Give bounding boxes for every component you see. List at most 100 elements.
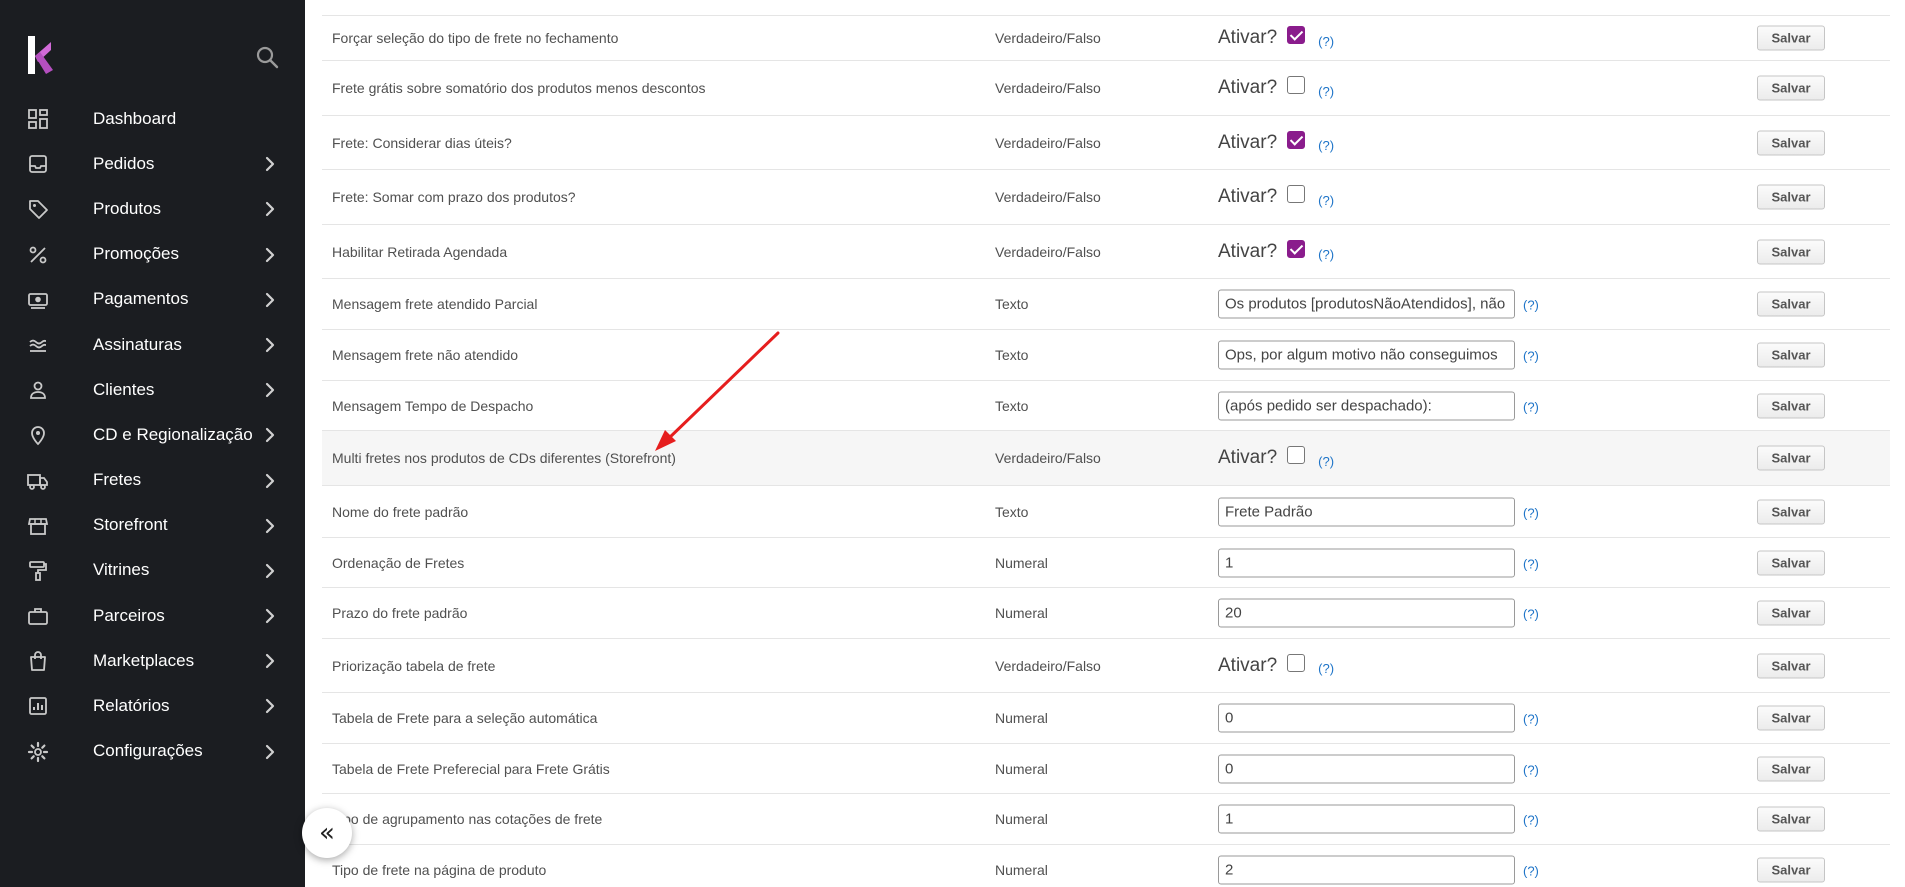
setting-name: Forçar seleção do tipo de frete no fecha… [332,30,619,46]
value-input[interactable] [1218,804,1515,834]
table-row: Tipo de frete na página de produto Numera… [322,845,1890,887]
setting-name: Frete grátis sobre somatório dos produto… [332,80,706,96]
sidebar-item-dashboard[interactable]: Dashboard [0,96,305,141]
activate-checkbox[interactable] [1287,26,1306,44]
value-input[interactable] [1218,497,1515,526]
save-button[interactable]: Salvar [1757,550,1825,575]
help-link[interactable]: (?) [1318,247,1334,262]
setting-name: Multi fretes nos produtos de CDs diferen… [332,450,676,466]
sidebar-item-promocoes[interactable]: Promoções [0,232,305,277]
help-link[interactable]: (?) [1523,298,1539,313]
help-link[interactable]: (?) [1523,349,1539,364]
sidebar-item-parceiros[interactable]: Parceiros [0,593,305,638]
save-button[interactable]: Salvar [1757,291,1825,317]
table-row: Priorização tabela de frete Verdadeiro/Fa… [322,639,1890,693]
save-button[interactable]: Salvar [1757,806,1825,832]
help-link[interactable]: (?) [1523,399,1539,414]
toggle-control: Ativar? (?) [1218,76,1334,99]
value-input[interactable] [1218,548,1515,577]
setting-type: Verdadeiro/Falso [995,134,1101,151]
save-button[interactable]: Salvar [1757,393,1825,418]
help-link[interactable]: (?) [1318,84,1334,99]
sidebar-item-pedidos[interactable]: Pedidos [0,141,305,186]
help-link[interactable]: (?) [1523,505,1539,520]
activate-checkbox[interactable] [1287,185,1306,203]
sidebar-item-label: Clientes [93,379,155,399]
setting-name: Habilitar Retirada Agendada [332,243,508,260]
help-link[interactable]: (?) [1523,712,1539,727]
value-input[interactable] [1218,391,1515,420]
value-control: (?) [1218,289,1539,319]
help-link[interactable]: (?) [1523,556,1539,571]
help-link[interactable]: (?) [1318,138,1334,153]
ativar-label: Ativar? [1218,447,1278,468]
save-button[interactable]: Salvar [1757,184,1825,210]
sidebar-item-assinaturas[interactable]: Assinaturas [0,322,305,367]
sidebar-item-fretes[interactable]: Fretes [0,458,305,503]
value-input[interactable] [1218,340,1515,370]
help-link[interactable]: (?) [1318,454,1334,469]
paint-roller-icon [29,560,47,581]
save-button[interactable]: Salvar [1757,25,1825,51]
setting-name: Tabela de Frete Preferecial para Frete G… [332,760,610,777]
setting-name: Mensagem Tempo de Despacho [332,397,534,414]
save-button[interactable]: Salvar [1757,445,1825,471]
table-row: Nome do frete padrão Texto (?) Salvar [322,486,1890,538]
value-input[interactable] [1218,289,1515,319]
value-input[interactable] [1218,703,1515,733]
sidebar-item-clientes[interactable]: Clientes [0,367,305,412]
sidebar-item-produtos[interactable]: Produtos [0,186,305,231]
help-link[interactable]: (?) [1523,864,1539,879]
save-button[interactable]: Salvar [1757,130,1825,155]
table-row: Forçar seleção do tipo de frete no fecha… [322,16,1890,61]
sidebar-item-relatorios[interactable]: Relatórios [0,683,305,728]
save-button[interactable]: Salvar [1757,499,1825,524]
tag-icon [29,200,48,220]
save-button[interactable]: Salvar [1757,600,1825,626]
help-link[interactable]: (?) [1318,661,1334,676]
sidebar-item-configuracoes[interactable]: Configurações [0,729,305,774]
chevron-right-icon [265,202,275,217]
value-input[interactable] [1218,598,1515,628]
sidebar-item-marketplaces[interactable]: Marketplaces [0,638,305,683]
sidebar-item-label: Fretes [93,470,142,490]
save-button[interactable]: Salvar [1757,705,1825,731]
table-row: Tabela de Frete Preferecial para Frete G… [322,744,1890,794]
save-button[interactable]: Salvar [1757,239,1825,264]
collapse-sidebar-button[interactable]: « [302,808,352,858]
activate-checkbox[interactable] [1287,446,1306,464]
sidebar-item-storefront[interactable]: Storefront [0,503,305,548]
setting-type: Verdadeiro/Falso [995,657,1101,674]
shopping-bag-icon [30,651,46,672]
help-link[interactable]: (?) [1318,193,1334,208]
search-icon[interactable] [254,44,280,70]
table-row: Frete: Somar com prazo dos produtos? Verd… [322,170,1890,225]
sidebar-item-label: Produtos [93,198,162,218]
save-button[interactable]: Salvar [1757,857,1825,883]
setting-name: Frete: Considerar dias úteis? [332,134,512,151]
save-button[interactable]: Salvar [1757,75,1825,101]
activate-checkbox[interactable] [1287,76,1306,94]
sidebar-item-vitrines[interactable]: Vitrines [0,548,305,593]
value-input[interactable] [1218,754,1515,783]
activate-checkbox[interactable] [1287,653,1306,672]
setting-type: Numeral [995,811,1048,827]
toggle-control: Ativar? (?) [1218,26,1334,49]
sidebar-item-pagamentos[interactable]: Pagamentos [0,277,305,322]
activate-checkbox[interactable] [1287,239,1306,258]
value-control: (?) [1218,598,1539,628]
help-link[interactable]: (?) [1318,34,1334,49]
sidebar-item-label: Dashboard [93,108,177,128]
sidebar-item-cd-e-regionalizacao[interactable]: CD e Regionalização [0,412,305,457]
save-button[interactable]: Salvar [1757,342,1825,368]
save-button[interactable]: Salvar [1757,756,1825,781]
table-row: Frete: Considerar dias úteis? Verdadeiro/… [322,116,1890,170]
toggle-control: Ativar? (?) [1218,653,1334,677]
table-row: Prazo do frete padrão Numeral (?) Salvar [322,588,1890,639]
save-button[interactable]: Salvar [1757,653,1825,678]
help-link[interactable]: (?) [1523,762,1539,777]
activate-checkbox[interactable] [1287,130,1306,149]
help-link[interactable]: (?) [1523,607,1539,622]
value-input[interactable] [1218,855,1515,885]
help-link[interactable]: (?) [1523,813,1539,828]
